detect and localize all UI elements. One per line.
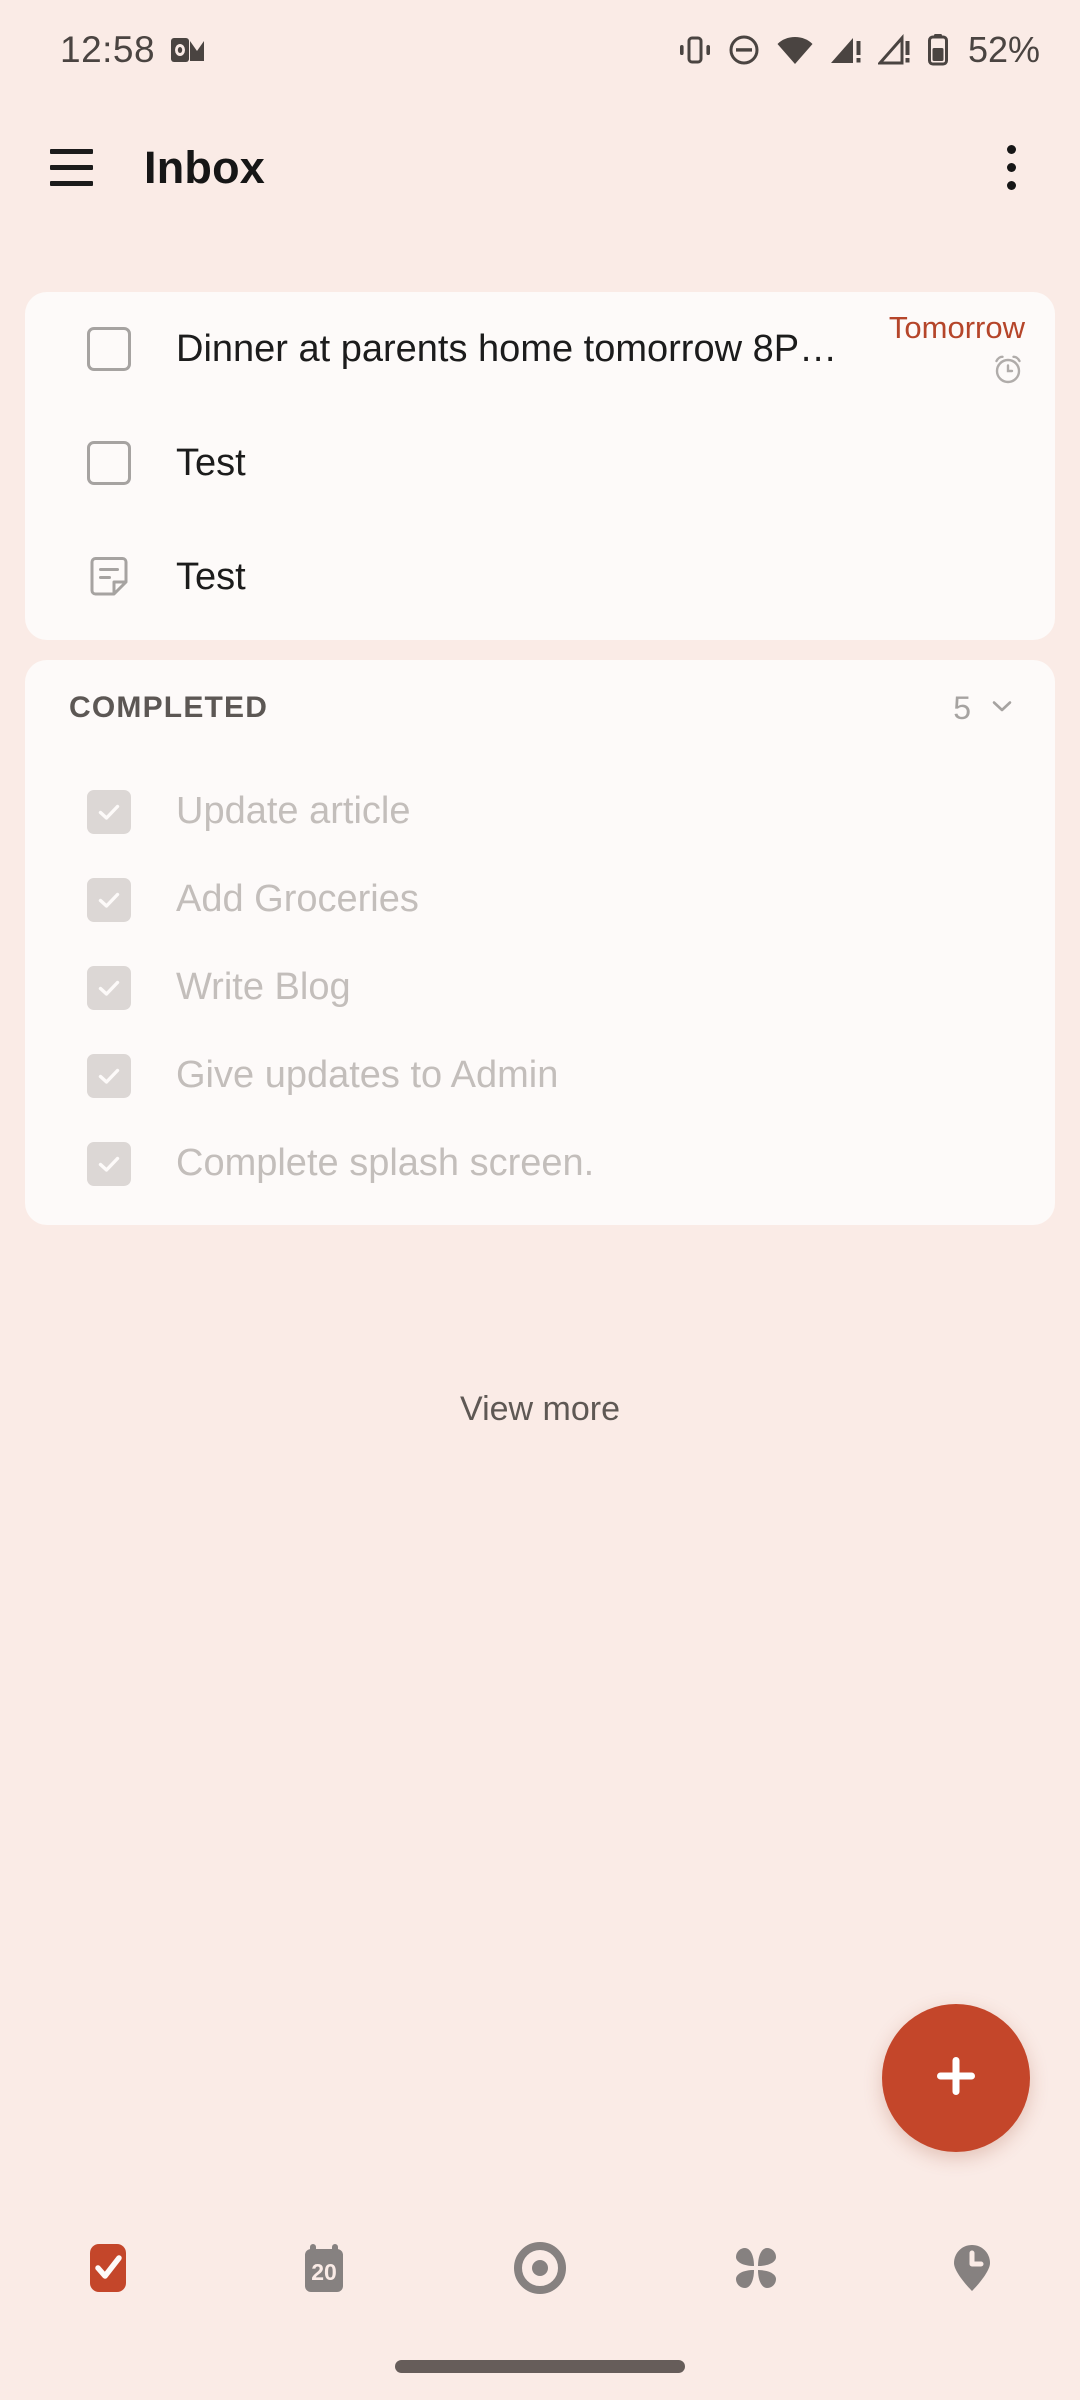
completed-list-item[interactable]: Complete splash screen.: [25, 1126, 1055, 1201]
checkbox-unchecked-icon[interactable]: [87, 441, 131, 485]
outlook-icon: [171, 35, 205, 65]
battery-icon: [927, 33, 949, 67]
tasks-check-icon: [80, 2240, 136, 2301]
battery-percent-label: 52%: [967, 29, 1040, 70]
completed-item-title: Give updates to Admin: [176, 1054, 559, 1096]
completed-toggle[interactable]: 5: [953, 690, 1017, 727]
checkbox-checked-icon[interactable]: [87, 789, 131, 834]
grid-apps-icon: [728, 2240, 784, 2301]
completed-item-title: Write Blog: [176, 966, 351, 1008]
bottom-navigation-bar: 20: [0, 2215, 1080, 2325]
signal-sim1-icon: [829, 34, 863, 66]
task-row[interactable]: Dinner at parents home tomorrow 8P… Tomo…: [25, 292, 1055, 406]
completed-tasks-card: COMPLETED 5 Update article Add Groceries: [25, 660, 1055, 1225]
task-row[interactable]: Test: [25, 520, 1055, 634]
checkbox-checked-icon[interactable]: [87, 965, 131, 1010]
task-due-label: Tomorrow: [888, 310, 1025, 345]
pin-clock-icon: [944, 2240, 1000, 2301]
signal-sim2-icon: [877, 34, 912, 66]
vibrate-icon: [678, 33, 712, 67]
task-title: Test: [176, 441, 246, 484]
page-title: Inbox: [144, 141, 265, 193]
nav-tab-apps[interactable]: [648, 2215, 864, 2325]
hamburger-menu-icon[interactable]: [40, 137, 102, 199]
completed-list-item[interactable]: Write Blog: [25, 950, 1055, 1025]
completed-item-title: Update article: [176, 790, 411, 832]
status-bar-left: 12:58: [60, 29, 205, 71]
chevron-down-icon[interactable]: [987, 691, 1017, 726]
view-more-button[interactable]: View more: [0, 1390, 1080, 1429]
completed-count: 5: [953, 689, 971, 726]
do-not-disturb-icon: [727, 33, 761, 67]
active-tasks-card: Dinner at parents home tomorrow 8P… Tomo…: [25, 292, 1055, 640]
overflow-menu-icon[interactable]: [980, 137, 1042, 199]
completed-item-title: Complete splash screen.: [176, 1142, 595, 1184]
svg-text:20: 20: [311, 2259, 337, 2285]
task-title: Test: [176, 555, 246, 598]
task-due-group: Tomorrow: [889, 310, 1025, 391]
checkbox-checked-icon[interactable]: [87, 877, 131, 922]
nav-tab-tasks[interactable]: [0, 2215, 216, 2325]
completed-list-item[interactable]: Give updates to Admin: [25, 1038, 1055, 1113]
checkbox-checked-icon[interactable]: [87, 1053, 131, 1098]
nav-tab-pin-clock[interactable]: [864, 2215, 1080, 2325]
plus-icon: [926, 2046, 986, 2111]
checkbox-unchecked-icon[interactable]: [87, 327, 131, 371]
note-icon[interactable]: [87, 555, 131, 599]
nav-tab-focus[interactable]: [432, 2215, 648, 2325]
nav-tab-calendar[interactable]: 20: [216, 2215, 432, 2325]
completed-section-header: COMPLETED 5: [25, 660, 1055, 756]
add-task-fab[interactable]: [882, 2004, 1030, 2152]
alarm-icon: [991, 352, 1025, 391]
completed-list-item[interactable]: Update article: [25, 774, 1055, 849]
completed-item-title: Add Groceries: [176, 878, 419, 920]
status-bar: 12:58 52%: [0, 0, 1080, 100]
status-time: 12:58: [60, 29, 156, 70]
focus-target-icon: [512, 2240, 568, 2301]
app-bar: Inbox: [0, 100, 1080, 235]
app-screen: 12:58 52% Inbox Dinner at parents home t…: [0, 0, 1080, 2400]
task-title: Dinner at parents home tomorrow 8P…: [176, 327, 838, 370]
calendar-icon: 20: [296, 2240, 352, 2301]
wifi-icon: [776, 34, 814, 66]
status-bar-right: 52%: [678, 29, 1040, 71]
checkbox-checked-icon[interactable]: [87, 1141, 131, 1186]
task-row[interactable]: Test: [25, 406, 1055, 520]
completed-list-item[interactable]: Add Groceries: [25, 862, 1055, 937]
completed-section-label: COMPLETED: [69, 691, 269, 724]
gesture-navigation-bar[interactable]: [395, 2360, 685, 2373]
